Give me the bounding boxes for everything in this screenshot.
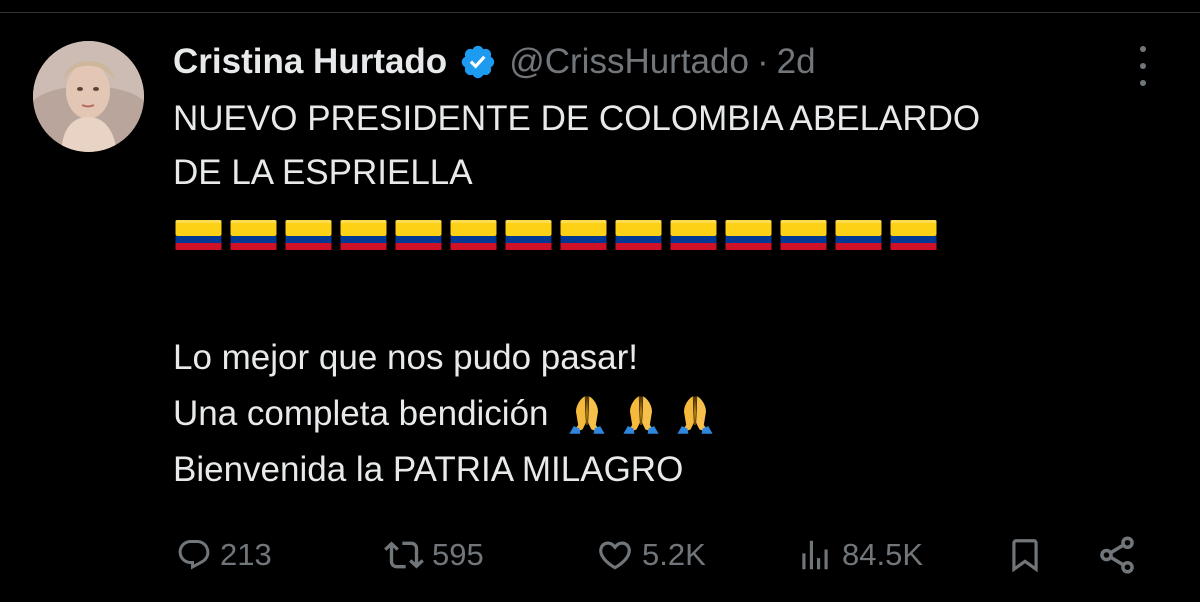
bookmark-icon [1006, 535, 1044, 575]
views-button[interactable]: 84.5K [796, 530, 923, 580]
retweet-button[interactable]: 595 [384, 530, 484, 580]
avatar[interactable] [33, 41, 144, 152]
reply-count: 213 [220, 537, 272, 572]
colombia-flag-icon [890, 220, 937, 250]
colombia-flag-icon [725, 220, 772, 250]
folded-hands-icon [676, 396, 713, 434]
tweet-timestamp[interactable]: 2d [777, 42, 816, 82]
tweet-header: Cristina Hurtado @CrissHurtado · 2d [173, 38, 816, 86]
reply-button[interactable]: 213 [176, 530, 272, 580]
tweet-text-line: NUEVO PRESIDENTE DE COLOMBIA ABELARDO [173, 99, 981, 138]
retweet-icon [384, 535, 424, 575]
colombia-flag-icon [340, 220, 387, 250]
colombia-flag-icon [230, 220, 277, 250]
tweet-text-line-text: Lo mejor que nos pudo pasar! [173, 338, 639, 377]
heart-icon [596, 536, 634, 574]
bookmark-button[interactable] [1006, 530, 1044, 580]
colombia-flag-icon [780, 220, 827, 250]
tweet-text-line: Lo mejor que nos pudo pasar! [173, 330, 717, 386]
colombia-flag-icon [835, 220, 882, 250]
retweet-count: 595 [432, 537, 484, 572]
tweet-text-line: Bienvenida la PATRIA MILAGRO [173, 442, 717, 498]
colombia-flag-emoji-row [174, 216, 944, 254]
colombia-flag-icon [175, 220, 222, 250]
colombia-flag-icon [395, 220, 442, 250]
separator-dot: · [756, 42, 769, 81]
share-button[interactable] [1096, 530, 1138, 580]
tweet-text-body: Lo mejor que nos pudo pasar! Una complet… [173, 330, 717, 498]
more-icon[interactable] [1132, 46, 1154, 86]
tweet-text-line-text: Bienvenida la PATRIA MILAGRO [173, 450, 684, 489]
colombia-flag-icon [670, 220, 717, 250]
folded-hands-icon [568, 396, 605, 434]
display-name[interactable]: Cristina Hurtado [173, 42, 447, 82]
author-handle[interactable]: @CrissHurtado [509, 42, 749, 82]
colombia-flag-icon [285, 220, 332, 250]
more-dot [1140, 63, 1146, 69]
reply-icon [176, 537, 212, 573]
colombia-flag-icon [560, 220, 607, 250]
tweet-text-line: Una completa bendición [173, 386, 717, 442]
tweet-actions: 213 595 5.2K 84.5K [0, 530, 1200, 580]
tweet-text-line: DE LA ESPRIELLA [173, 153, 473, 192]
tweet-text: NUEVO PRESIDENTE DE COLOMBIA ABELARDO DE… [173, 92, 1173, 200]
pray-emoji-group [555, 392, 717, 436]
folded-hands-icon [622, 396, 659, 434]
tweet-text-line-text: Una completa bendición [173, 394, 549, 433]
more-dot [1140, 46, 1146, 52]
colombia-flag-icon [615, 220, 662, 250]
divider [0, 12, 1200, 13]
colombia-flag-icon [450, 220, 497, 250]
more-dot [1140, 80, 1146, 86]
views-count: 84.5K [842, 537, 924, 572]
like-button[interactable]: 5.2K [596, 530, 706, 580]
views-icon [796, 536, 834, 574]
verified-badge-icon[interactable] [459, 43, 497, 81]
like-count: 5.2K [642, 537, 706, 572]
colombia-flag-icon [505, 220, 552, 250]
share-icon [1096, 534, 1138, 576]
tweet[interactable]: Cristina Hurtado @CrissHurtado · 2d NUEV… [0, 0, 1200, 602]
